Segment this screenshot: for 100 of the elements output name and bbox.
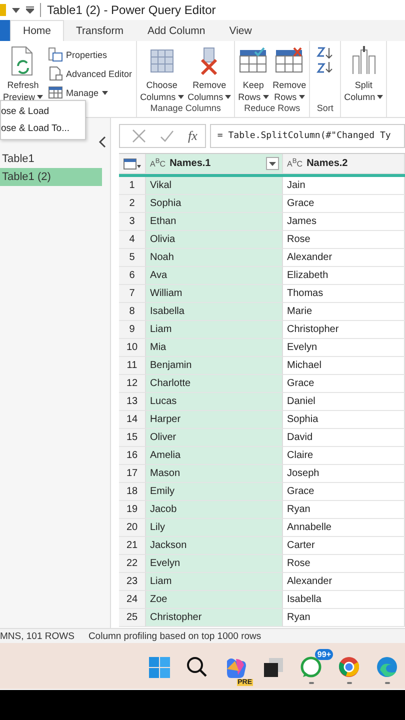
table-cell: Daniel (283, 393, 405, 411)
ribbon-button[interactable]: Properties (46, 46, 134, 63)
taskbar-button[interactable] (185, 654, 209, 678)
table-cell: Ryan (283, 609, 405, 627)
menu-item[interactable]: ose & Load To... (1, 120, 85, 137)
row-number: 13 (119, 393, 146, 411)
table-cell: Lily (146, 519, 283, 537)
ribbon-tab[interactable]: Transform (64, 20, 136, 41)
menu-item[interactable]: ose & Load (1, 103, 85, 120)
browser-icon (337, 654, 361, 678)
table-cell: Carter (283, 537, 405, 555)
table-cell: Jacob (146, 501, 283, 519)
row-number: 4 (119, 231, 146, 249)
row-number: 22 (119, 555, 146, 573)
table-cell: Isabella (146, 303, 283, 321)
table-cell: Jackson (146, 537, 283, 555)
table-cell: Alexander (283, 573, 405, 591)
table-cell: Grace (283, 195, 405, 213)
badge: 99+ (315, 648, 333, 660)
document-icon (48, 66, 64, 81)
table-cell: Rose (283, 555, 405, 573)
properties-icon (48, 47, 64, 62)
table-cell: Thomas (283, 285, 405, 303)
table-cell: Rose (283, 231, 405, 249)
ribbon-button[interactable]: Choose Columns (139, 46, 185, 103)
filter-button[interactable] (266, 157, 279, 170)
windows-icon (147, 654, 171, 678)
query-item[interactable]: Table1 (0, 150, 102, 168)
table-cell: Liam (146, 321, 283, 339)
status-text: MNS, 101 ROWS (0, 630, 74, 642)
table-cell: Noah (146, 249, 283, 267)
table-cell: Joseph (283, 465, 405, 483)
row-number: 18 (119, 483, 146, 501)
sort-icon (316, 46, 334, 74)
ribbon-button[interactable]: Keep Rows (237, 46, 270, 103)
ribbon-tab[interactable]: Add Column (135, 20, 218, 41)
caret-icon (269, 162, 276, 166)
check-icon (160, 129, 174, 143)
table-cell: Annabelle (283, 519, 405, 537)
row-number: 23 (119, 573, 146, 591)
row-number: 5 (119, 249, 146, 267)
group-label: Sort (316, 103, 334, 115)
table-cell: Evelyn (146, 555, 283, 573)
ribbon-button[interactable]: Remove Rows (272, 46, 308, 103)
row-number: 25 (119, 609, 146, 627)
row-number: 16 (119, 447, 146, 465)
row-number: 24 (119, 591, 146, 609)
table-cell: Jain (283, 177, 405, 195)
row-number: 19 (119, 501, 146, 519)
table-cell: Marie (283, 303, 405, 321)
row-number: 8 (119, 303, 146, 321)
column-header[interactable]: A$^{B}$C Names.1 (146, 154, 283, 174)
table-cell: Liam (146, 573, 283, 591)
table-cell: Elizabeth (283, 267, 405, 285)
table-cell: Mia (146, 339, 283, 357)
group-label: Reduce Rows (243, 103, 302, 115)
function-label: fx (188, 128, 198, 144)
query-item[interactable]: Table1 (2) (0, 168, 102, 186)
row-number: 14 (119, 411, 146, 429)
table-cell: Oliver (146, 429, 283, 447)
column-header[interactable]: A$^{B}$C Names.2 (283, 154, 405, 174)
row-number: 15 (119, 429, 146, 447)
table-cell: Zoe (146, 591, 283, 609)
row-number: 2 (119, 195, 146, 213)
row-number: 3 (119, 213, 146, 231)
formula-field[interactable]: = Table.SplitColumn(#"Changed Ty (210, 124, 405, 148)
customize-icon (26, 6, 34, 14)
row-number: 1 (119, 177, 146, 195)
row-number: 6 (119, 267, 146, 285)
row-number: 20 (119, 519, 146, 537)
row-number: 11 (119, 357, 146, 375)
ribbon-button[interactable]: Remove Columns (186, 46, 232, 103)
row-number: 9 (119, 321, 146, 339)
table-cell: Vikal (146, 177, 283, 195)
row-number: 10 (119, 339, 146, 357)
row-number: 17 (119, 465, 146, 483)
table-cell: Christopher (146, 609, 283, 627)
table-cell: Claire (283, 447, 405, 465)
ribbon-button[interactable]: Advanced Editor (46, 65, 134, 82)
ribbon-button[interactable]: Refresh Preview (2, 46, 44, 103)
table-cell: Lucas (146, 393, 283, 411)
table-cell: Michael (283, 357, 405, 375)
window-title: Table1 (2) - Power Query Editor (47, 3, 216, 17)
table-cell: James (283, 213, 405, 231)
type-label: A$^{B}$C (287, 158, 303, 169)
table-cell: David (283, 429, 405, 447)
ribbon-tab[interactable]: Home (10, 20, 64, 41)
close-icon (132, 129, 146, 143)
ribbon-tab[interactable]: View (217, 20, 264, 41)
row-number: 7 (119, 285, 146, 303)
ribbon-button[interactable]: Split Column (343, 46, 384, 103)
table-cell: Olivia (146, 231, 283, 249)
table-cell: Ryan (283, 501, 405, 519)
table-cell: Sophia (283, 411, 405, 429)
table-cell: Benjamin (146, 357, 283, 375)
row-number: 21 (119, 537, 146, 555)
table-cell: Charlotte (146, 375, 283, 393)
group-label: Manage Columns (149, 103, 222, 115)
status-text: Column profiling based on top 1000 rows (88, 630, 262, 642)
table-cell: Alexander (283, 249, 405, 267)
